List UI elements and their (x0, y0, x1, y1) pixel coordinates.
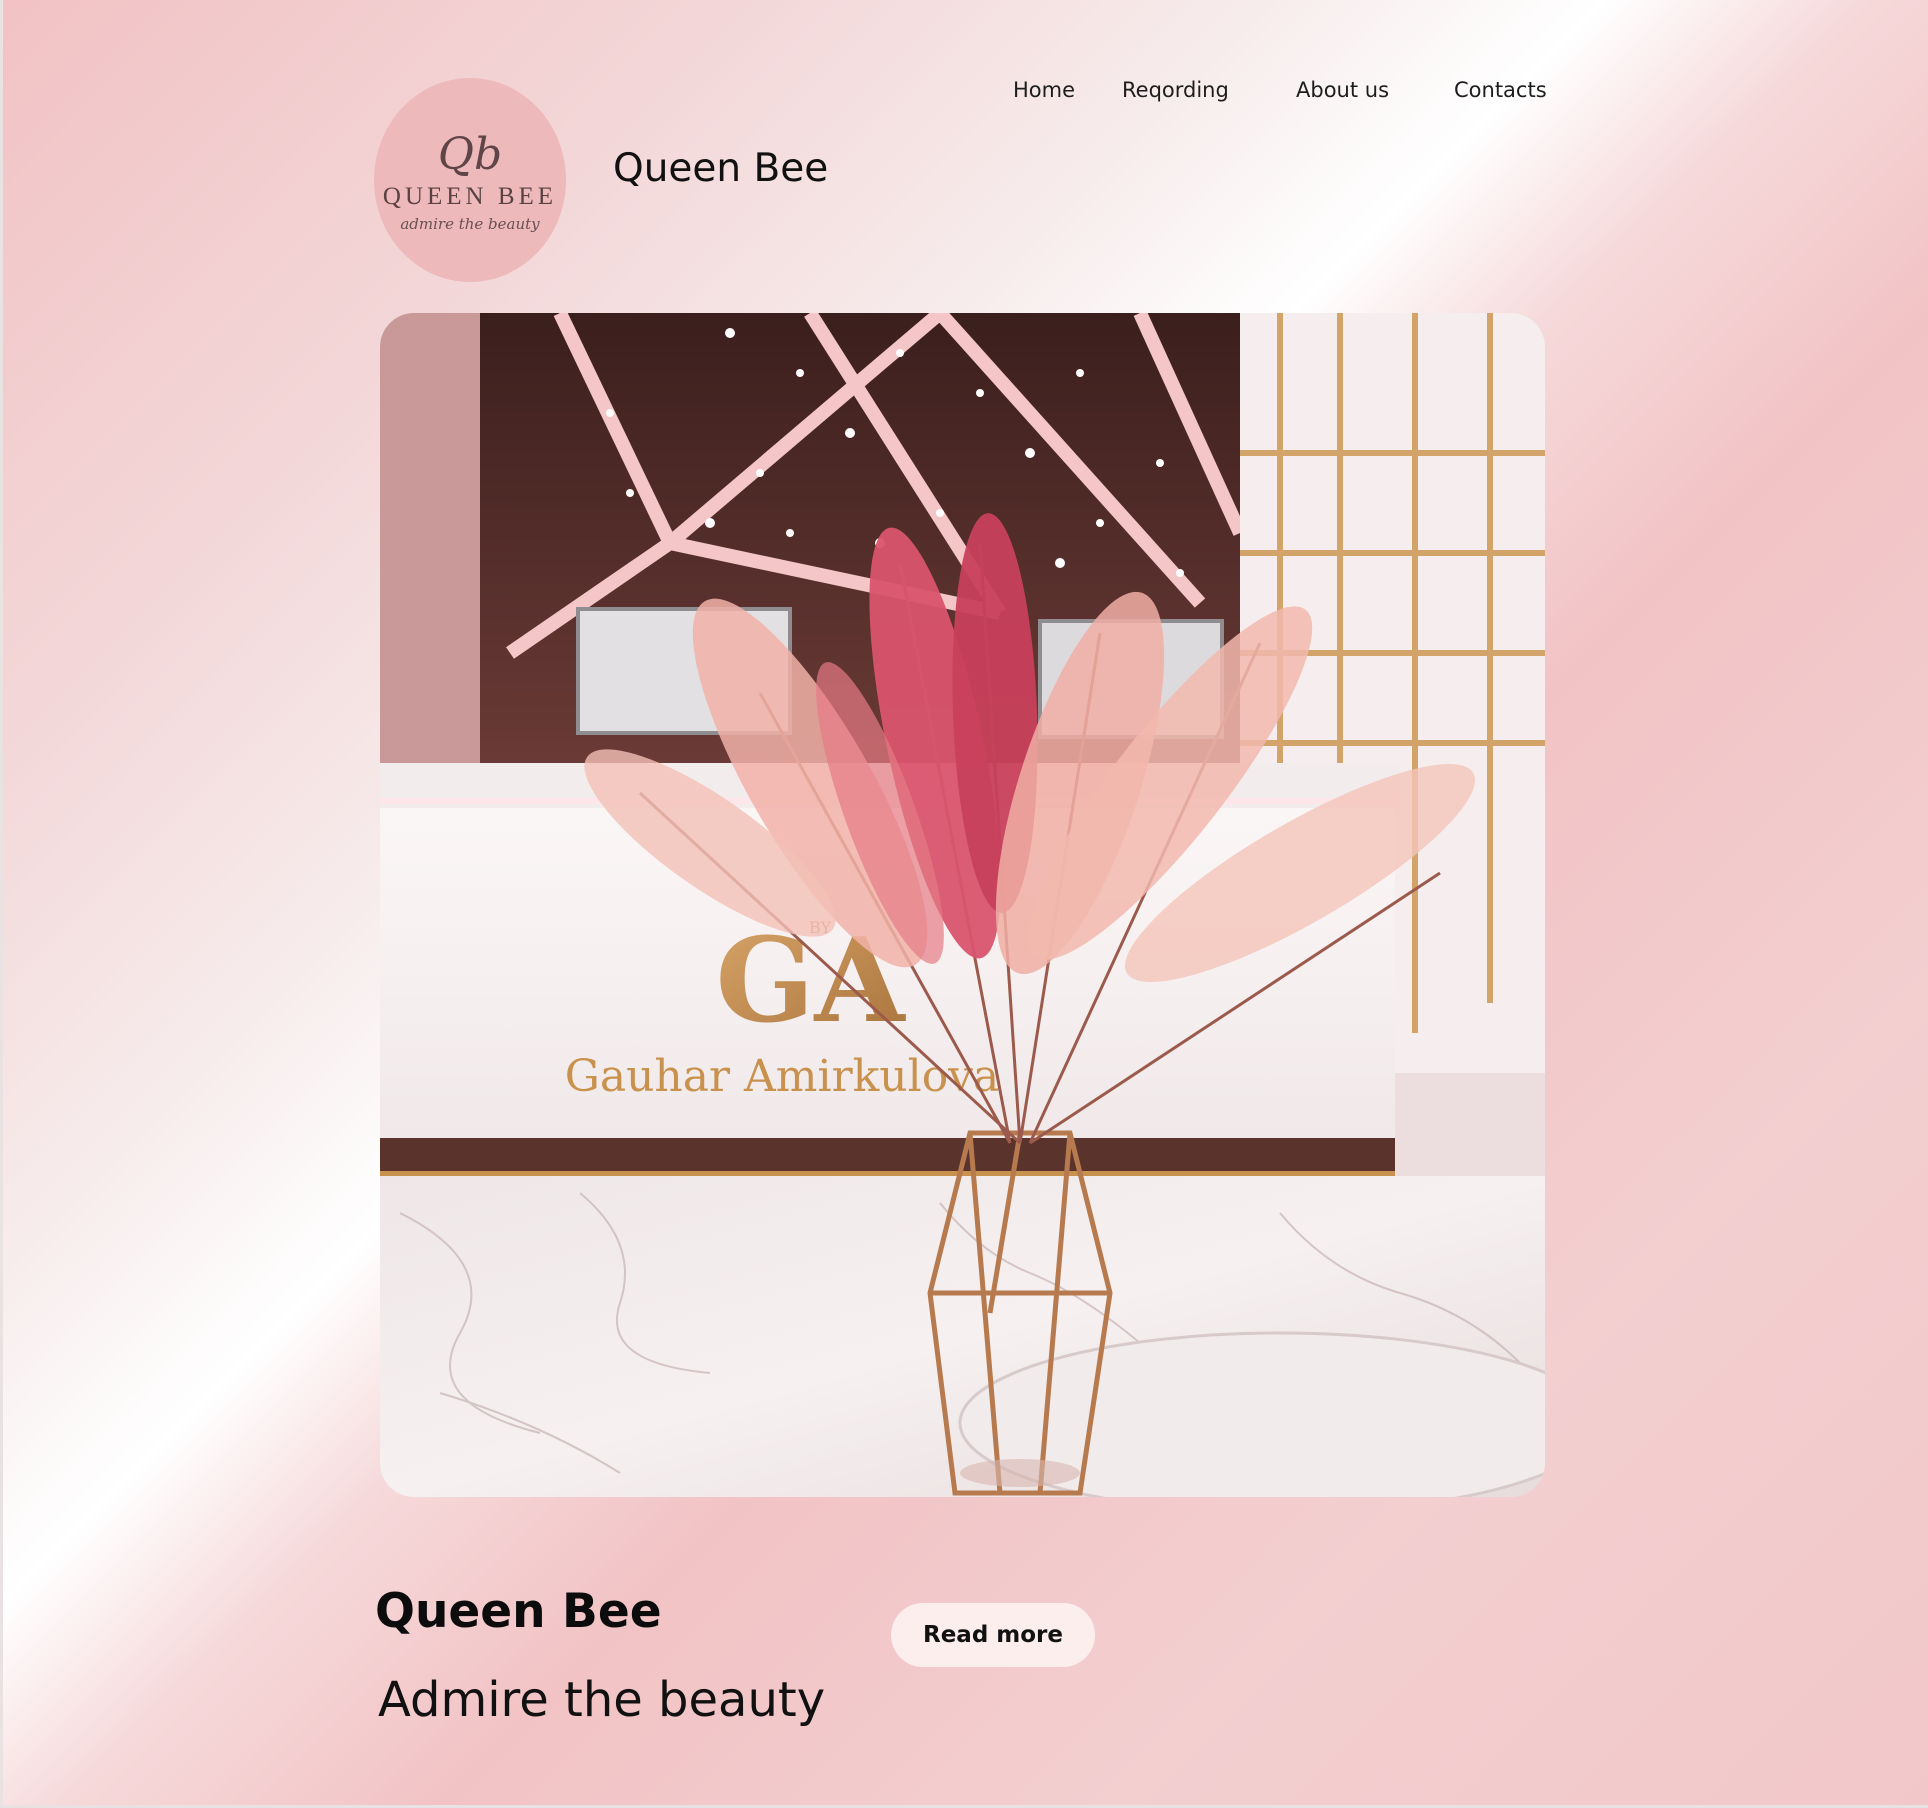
nav-reqording[interactable]: Reqording (1122, 78, 1229, 102)
nav-home[interactable]: Home (1013, 78, 1075, 102)
left-wall (380, 313, 480, 763)
page: Qb QUEEN BEE admire the beauty Queen Bee… (0, 0, 1928, 1808)
logo-wordmark: QUEEN BEE (382, 183, 558, 210)
desk-brand-text: Gauhar Amirkulova (565, 1051, 1000, 1102)
main-heading: Queen Bee (375, 1584, 662, 1639)
main-subheading: Admire the beauty (378, 1672, 826, 1728)
salon-photo: GA BY Gauhar Amirkulova (380, 313, 1545, 1497)
nav-about-us[interactable]: About us (1296, 78, 1389, 102)
logo-tagline: admire the beauty (400, 215, 540, 233)
logo-monogram: Qb (437, 129, 503, 180)
logo[interactable]: Qb QUEEN BEE admire the beauty (374, 78, 566, 282)
frame-border-left (0, 0, 3, 1808)
desk-base (380, 1138, 1395, 1176)
site-title: Queen Bee (613, 146, 829, 191)
nav-contacts[interactable]: Contacts (1454, 78, 1547, 102)
hero-image: GA BY Gauhar Amirkulova (380, 313, 1545, 1497)
read-more-button[interactable]: Read more (891, 1603, 1095, 1667)
